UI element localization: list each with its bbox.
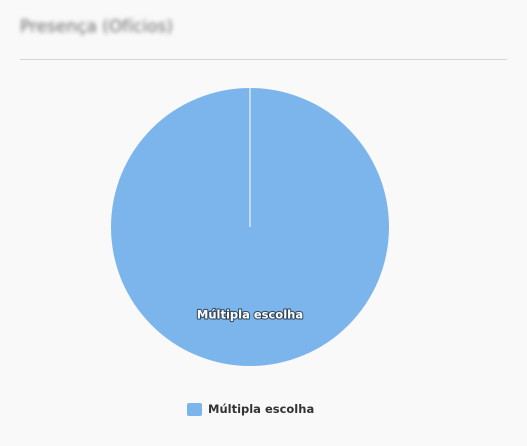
chart-panel: Presença (Ofícios) Múltipla escolha Múlt… (0, 0, 527, 446)
legend-label-multipla-escolha[interactable]: Múltipla escolha (208, 402, 314, 416)
chart-legend[interactable]: Múltipla escolha (187, 402, 314, 416)
legend-swatch-multipla-escolha (187, 402, 202, 416)
slice-data-label-multipla-escolha: Múltipla escolha (197, 308, 303, 322)
pie-chart: Múltipla escolha (111, 88, 389, 366)
